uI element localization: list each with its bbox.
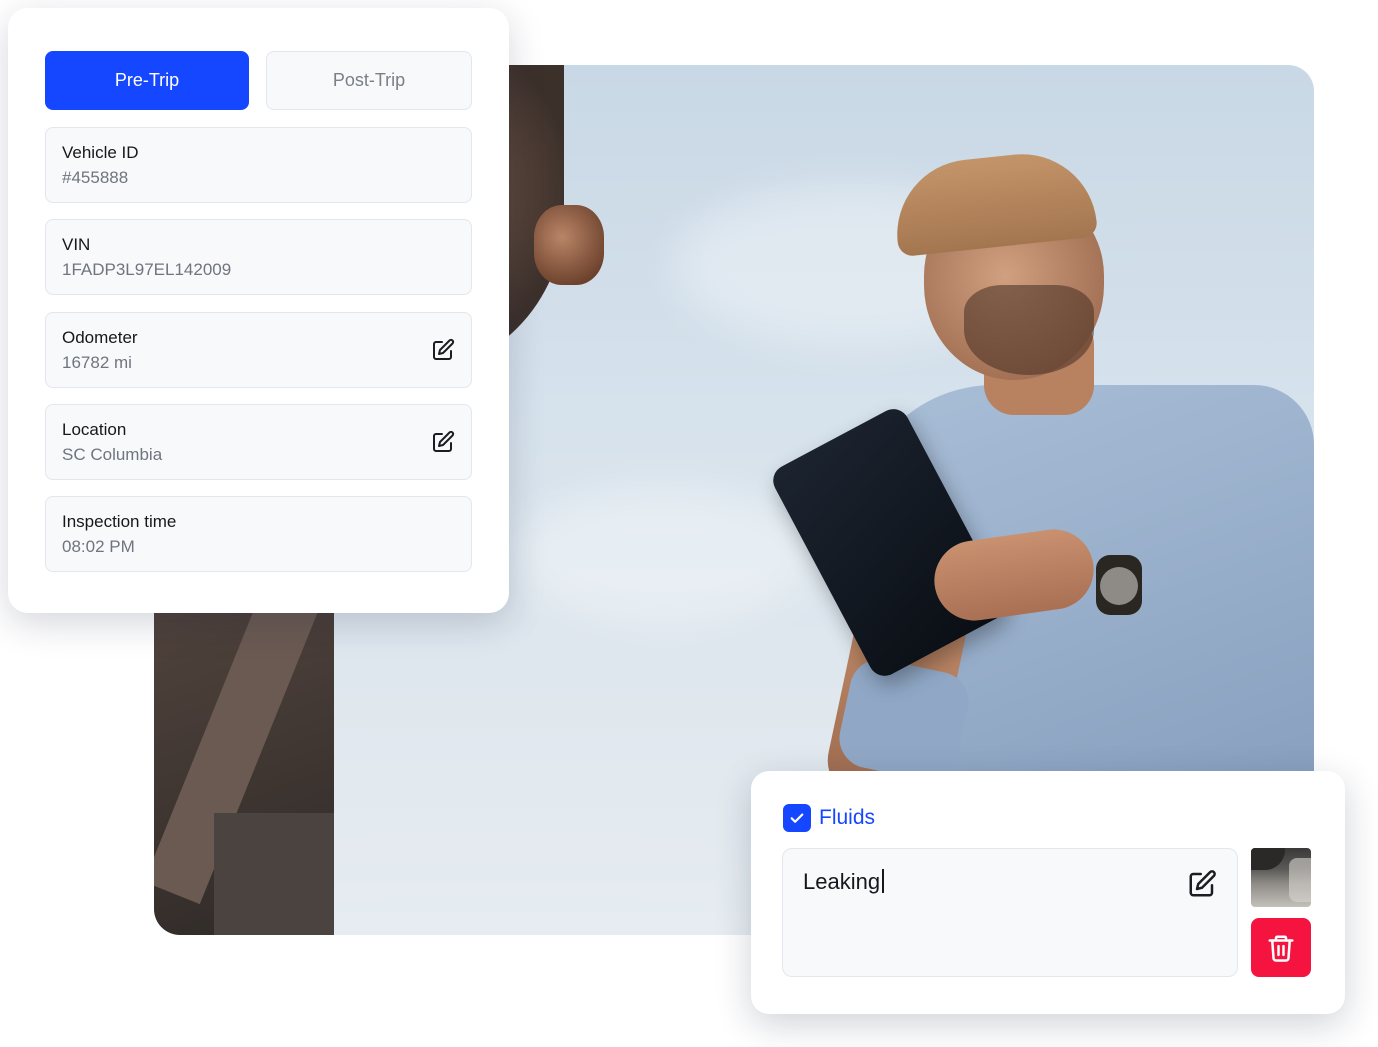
check-icon: [790, 813, 804, 823]
trip-type-tabs: Pre-Trip Post-Trip: [45, 51, 472, 110]
fluids-note-input[interactable]: Leaking: [782, 848, 1238, 977]
fluids-card: Fluids Leaking: [751, 771, 1345, 1014]
tab-post-trip[interactable]: Post-Trip: [266, 51, 472, 110]
delete-photo-button[interactable]: [1251, 918, 1311, 977]
photo-truck-bolt: [534, 205, 604, 285]
edit-icon[interactable]: [431, 430, 455, 454]
text-caret: [882, 869, 885, 893]
vehicle-id-field: Vehicle ID #455888: [45, 127, 472, 203]
inspection-time-field: Inspection time 08:02 PM: [45, 496, 472, 572]
note-text: Leaking: [803, 869, 881, 894]
field-value: 08:02 PM: [62, 537, 135, 556]
field-label: Odometer: [62, 328, 138, 347]
fluids-label: Fluids: [819, 806, 876, 829]
odometer-field: Odometer 16782 mi: [45, 312, 472, 388]
tab-pre-trip[interactable]: Pre-Trip: [45, 51, 249, 110]
photo-cloud: [514, 485, 814, 625]
edit-icon[interactable]: [431, 338, 455, 362]
field-label: Vehicle ID: [62, 143, 139, 162]
person-beard: [964, 285, 1094, 375]
field-label: VIN: [62, 235, 91, 254]
field-value: 1FADP3L97EL142009: [62, 260, 232, 279]
trash-icon: [1268, 935, 1294, 962]
person-watch: [1096, 555, 1142, 615]
field-value: SC Columbia: [62, 445, 163, 464]
field-label: Inspection time: [62, 512, 177, 531]
fluids-checkbox[interactable]: [783, 804, 811, 832]
edit-icon[interactable]: [1187, 869, 1217, 899]
photo-thumbnail[interactable]: [1251, 848, 1311, 907]
vin-field: VIN 1FADP3L97EL142009: [45, 219, 472, 295]
photo-truck-block: [214, 813, 334, 935]
inspection-card: Pre-Trip Post-Trip Vehicle ID #455888 VI…: [8, 8, 509, 613]
field-value: #455888: [62, 168, 129, 187]
field-value: 16782 mi: [62, 353, 132, 372]
location-field: Location SC Columbia: [45, 404, 472, 480]
field-label: Location: [62, 420, 127, 439]
